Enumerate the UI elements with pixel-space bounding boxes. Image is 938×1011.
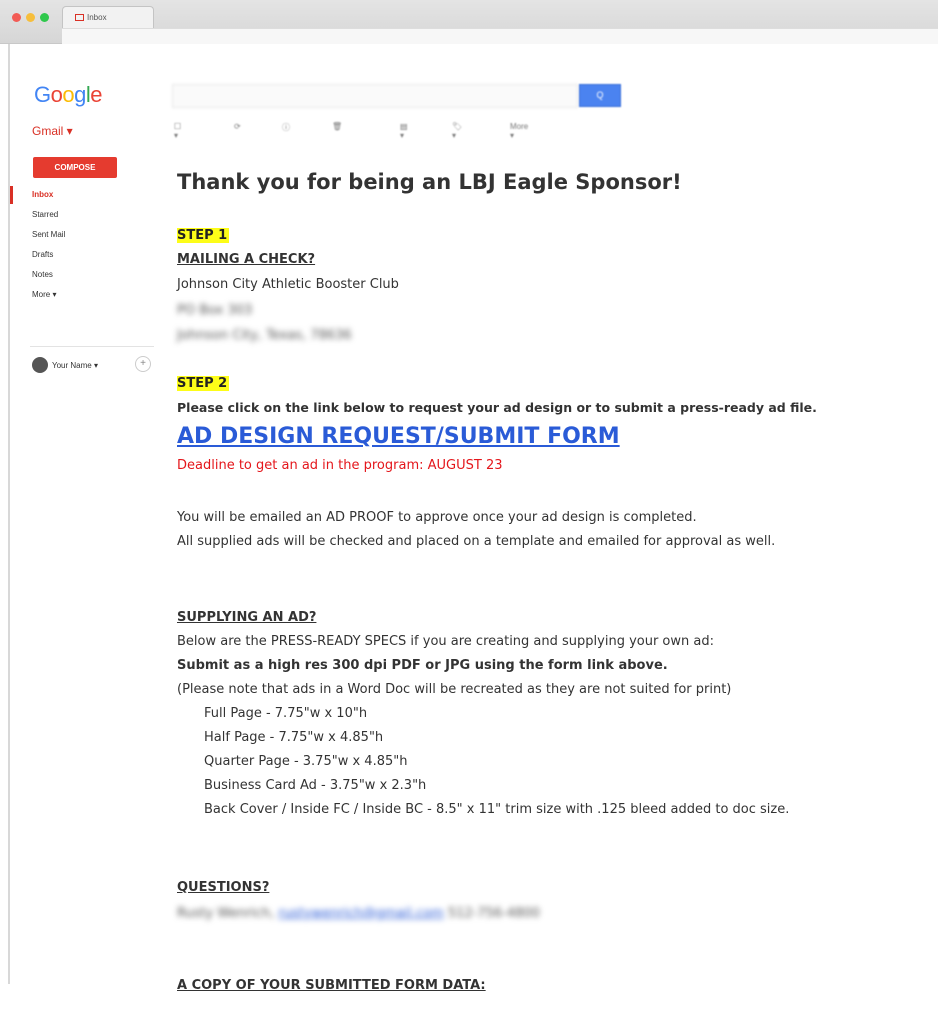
tab-title: Inbox <box>87 13 107 22</box>
sidebar-item-starred[interactable]: Starred <box>32 210 65 230</box>
spec-half-page: Half Page - 7.75"w x 4.85"h <box>204 730 384 745</box>
questions-heading: QUESTIONS? <box>177 880 270 895</box>
refresh-icon[interactable]: ⟳ <box>234 122 241 131</box>
contact-line: Rusty Wenrich, rustywenrich@gmail.com 51… <box>177 906 540 921</box>
contact-phone: 512-756-4800 <box>447 906 540 921</box>
step-1-label: STEP 1 <box>177 228 230 243</box>
deadline-notice: Deadline to get an ad in the program: AU… <box>177 458 503 473</box>
search-icon: Q <box>596 90 604 100</box>
logo-letter: G <box>34 82 51 107</box>
report-spam-icon[interactable]: ⓘ <box>282 122 290 133</box>
logo-letter: o <box>50 82 63 107</box>
address-bar[interactable] <box>62 28 938 44</box>
proof-info-line-1: You will be emailed an AD PROOF to appro… <box>177 510 697 525</box>
search-button[interactable]: Q <box>579 84 621 107</box>
step-2-instruction: Please click on the link below to reques… <box>177 400 817 415</box>
more-actions-button[interactable]: More ▾ <box>510 122 528 140</box>
active-folder-marker <box>10 186 13 204</box>
user-name-menu[interactable]: Your Name ▾ <box>52 361 98 370</box>
minimize-window-button[interactable] <box>26 13 35 22</box>
supply-info-line-2: Submit as a high res 300 dpi PDF or JPG … <box>177 658 668 673</box>
avatar[interactable] <box>32 357 48 373</box>
supply-heading: SUPPLYING AN AD? <box>177 610 317 625</box>
sidebar-item-inbox[interactable]: Inbox <box>32 190 65 210</box>
folder-list: Inbox Starred Sent Mail Drafts Notes Mor… <box>32 190 65 310</box>
submitted-form-heading: A COPY OF YOUR SUBMITTED FORM DATA: <box>177 978 486 993</box>
spec-quarter-page: Quarter Page - 3.75"w x 4.85"h <box>204 754 408 769</box>
email-subject: Thank you for being an LBJ Eagle Sponsor… <box>177 170 682 194</box>
browser-chrome: Inbox <box>0 0 938 44</box>
spec-full-page: Full Page - 7.75"w x 10"h <box>204 706 368 721</box>
step-2-label: STEP 2 <box>177 376 230 391</box>
maximize-window-button[interactable] <box>40 13 49 22</box>
logo-letter: g <box>74 82 86 107</box>
mailing-heading: MAILING A CHECK? <box>177 252 316 267</box>
browser-tab-inbox[interactable]: Inbox <box>62 6 154 28</box>
close-window-button[interactable] <box>12 13 21 22</box>
sidebar-item-sent-mail[interactable]: Sent Mail <box>32 230 65 250</box>
add-contact-button[interactable]: + <box>135 356 151 372</box>
select-checkbox-icon[interactable]: ☐ ▾ <box>174 122 181 140</box>
compose-button[interactable]: COMPOSE <box>33 157 117 178</box>
proof-info-line-2: All supplied ads will be checked and pla… <box>177 534 776 549</box>
mailing-address-line-1: PO Box 303 <box>177 303 253 318</box>
sidebar-item-more[interactable]: More ▾ <box>32 290 65 310</box>
contact-name: Rusty Wenrich, <box>177 906 275 921</box>
logo-letter: o <box>62 82 75 107</box>
search-input[interactable] <box>172 84 578 108</box>
sidebar-item-drafts[interactable]: Drafts <box>32 250 65 270</box>
label-icon[interactable]: 🏷 ▾ <box>452 122 462 140</box>
sidebar-divider <box>30 346 154 347</box>
delete-icon[interactable]: 🗑 <box>332 122 342 131</box>
sidebar-item-notes[interactable]: Notes <box>32 270 65 290</box>
gmail-menu[interactable]: Gmail ▾ <box>32 124 73 138</box>
supply-info-line-1: Below are the PRESS-READY SPECS if you a… <box>177 634 714 649</box>
google-logo[interactable]: Google <box>34 82 103 108</box>
spec-business-card: Business Card Ad - 3.75"w x 2.3"h <box>204 778 427 793</box>
ad-design-form-link[interactable]: AD DESIGN REQUEST/SUBMIT FORM <box>177 424 620 449</box>
mailing-organization: Johnson City Athletic Booster Club <box>177 277 399 292</box>
move-to-folder-icon[interactable]: ▤ ▾ <box>400 122 408 140</box>
window-left-edge <box>8 44 10 984</box>
contact-email-link[interactable]: rustywenrich@gmail.com <box>278 906 443 921</box>
logo-letter: e <box>90 82 103 107</box>
supply-info-line-3: (Please note that ads in a Word Doc will… <box>177 682 732 697</box>
spec-back-cover: Back Cover / Inside FC / Inside BC - 8.5… <box>204 802 790 817</box>
mailing-address-line-2: Johnson City, Texas, 78636 <box>177 328 352 343</box>
gmail-envelope-icon <box>75 14 84 21</box>
